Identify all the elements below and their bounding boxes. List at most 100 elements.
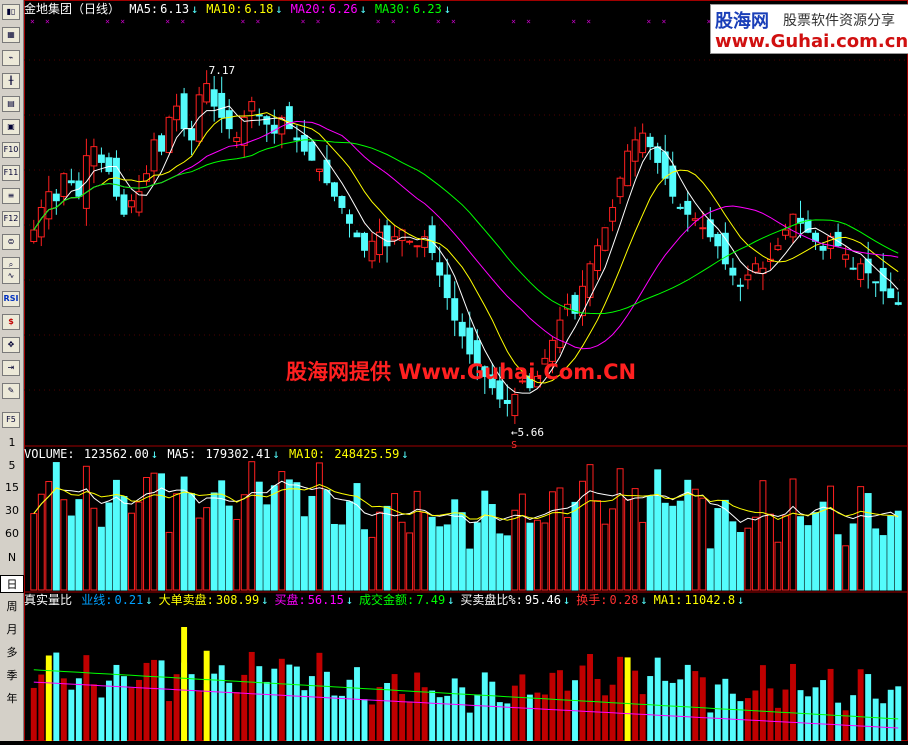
volume-bar xyxy=(248,461,256,591)
volume-bar xyxy=(624,499,632,591)
ma-arrow-3: ↓ xyxy=(443,2,452,16)
indicator-bar xyxy=(158,660,165,741)
dollar-icon[interactable]: $ xyxy=(2,314,20,330)
candle-body xyxy=(361,232,368,251)
volume-bar xyxy=(473,522,481,591)
indicator-bar xyxy=(391,674,398,741)
period-button-10[interactable]: 季 xyxy=(0,667,24,683)
candle-body xyxy=(631,139,639,162)
volume-bar xyxy=(533,519,541,591)
candle-body xyxy=(368,240,376,262)
period-button-4[interactable]: 60 xyxy=(0,527,24,540)
period-button-7[interactable]: 周 xyxy=(0,598,24,614)
candle-body xyxy=(120,194,128,215)
indicator-bar xyxy=(617,656,624,741)
coins-icon[interactable]: ⊜ xyxy=(2,234,20,250)
indicator-bar xyxy=(406,701,413,741)
volume-bar xyxy=(135,501,143,591)
volume-bar xyxy=(857,486,865,591)
book-icon[interactable]: ▤ xyxy=(2,96,20,112)
volume-bar xyxy=(887,515,895,591)
indicator-bar xyxy=(151,659,157,741)
table-icon[interactable]: ▦ xyxy=(2,27,20,43)
move-icon[interactable]: ✥ xyxy=(2,337,20,353)
period-button-11[interactable]: 年 xyxy=(0,690,24,706)
volume-bar xyxy=(330,523,338,591)
watermark-text: 股海网提供 Www.Guhai.Com.CN xyxy=(286,360,637,384)
list-icon[interactable]: ≡ xyxy=(2,188,20,204)
indicator-bar xyxy=(496,702,503,741)
indicator-bar xyxy=(594,678,601,741)
period-button-5[interactable]: N xyxy=(0,551,24,564)
volume-bar xyxy=(158,473,166,591)
period-button-3[interactable]: 30 xyxy=(0,504,24,517)
pulse-chart-icon[interactable]: ∿ xyxy=(2,268,20,284)
indicator-bar xyxy=(669,682,676,741)
volume-bar xyxy=(180,476,188,591)
period-button-9[interactable]: 多 xyxy=(0,644,24,660)
indicator-bar xyxy=(196,691,203,741)
f5-icon[interactable]: F5 xyxy=(2,412,20,428)
volume-bar xyxy=(218,480,226,591)
candle-body xyxy=(511,393,519,417)
period-button-6[interactable]: 日 xyxy=(0,575,24,593)
indicator-bar xyxy=(369,704,375,741)
indicator-bar xyxy=(211,673,218,741)
line-chart-icon[interactable]: ⌁ xyxy=(2,50,20,66)
period-button-1[interactable]: 5 xyxy=(0,459,24,472)
exit-icon[interactable]: ⇥ xyxy=(2,360,20,376)
rsi-icon[interactable]: RSI xyxy=(2,291,20,307)
indicator-bar xyxy=(286,664,293,741)
f12-icon[interactable]: F12 xyxy=(2,211,20,227)
volume-bar xyxy=(782,515,789,591)
indicator-bar xyxy=(564,690,571,741)
period-button-8[interactable]: 月 xyxy=(0,621,24,637)
volume-bar xyxy=(496,533,504,591)
candle-chart-icon[interactable]: ╫ xyxy=(2,73,20,89)
candle-body xyxy=(819,245,827,251)
volume-bar xyxy=(30,513,38,591)
indicator-bar xyxy=(248,651,255,741)
period-button-2[interactable]: 15 xyxy=(0,481,24,494)
period-button-0[interactable]: 1 xyxy=(0,436,24,449)
indicator-bar xyxy=(887,689,894,741)
signal-marker: × xyxy=(436,17,441,26)
candle-body xyxy=(684,200,692,215)
volume-bar xyxy=(413,490,421,591)
high-price-label: 7.17 xyxy=(209,64,236,77)
f10-icon[interactable]: F10 xyxy=(2,142,20,158)
indicator-arrow-3: ↓ xyxy=(447,593,455,607)
volume-bar xyxy=(609,508,617,591)
indicator-bar xyxy=(166,701,173,741)
volume-bar xyxy=(714,508,722,591)
candle-body xyxy=(751,263,759,273)
candle-body xyxy=(338,196,346,208)
indicator-bar xyxy=(850,695,857,741)
pencil-icon[interactable]: ✎ xyxy=(2,383,20,399)
volume-bar xyxy=(361,529,368,591)
volume-bar xyxy=(736,532,744,591)
volume-bar xyxy=(541,522,549,591)
f11-icon[interactable]: F11 xyxy=(2,165,20,181)
volume-bar xyxy=(729,521,737,591)
volume-bar xyxy=(90,507,98,591)
document-icon[interactable]: ▣ xyxy=(2,119,20,135)
indicator-bar xyxy=(278,658,285,741)
indicator-bar xyxy=(143,662,150,741)
volume-bar xyxy=(67,515,75,591)
bar-chart-icon[interactable]: ▮▯ xyxy=(2,4,20,20)
indicator-label-5: 换手: xyxy=(576,593,608,607)
signal-marker: × xyxy=(30,17,35,26)
ma-label-2: MA20: xyxy=(290,2,327,16)
signal-marker: × xyxy=(376,17,381,26)
indicator-bar xyxy=(489,681,496,741)
volume-bar xyxy=(436,526,444,591)
indicator-label-3: 成交金额: xyxy=(359,593,415,607)
signal-marker: × xyxy=(45,17,50,26)
indicator-bar xyxy=(90,684,97,741)
candle-body xyxy=(315,168,323,172)
volume-bar xyxy=(827,485,835,591)
candle-body xyxy=(353,232,361,238)
volume-bar xyxy=(391,493,399,591)
indicator-bar xyxy=(466,712,473,741)
